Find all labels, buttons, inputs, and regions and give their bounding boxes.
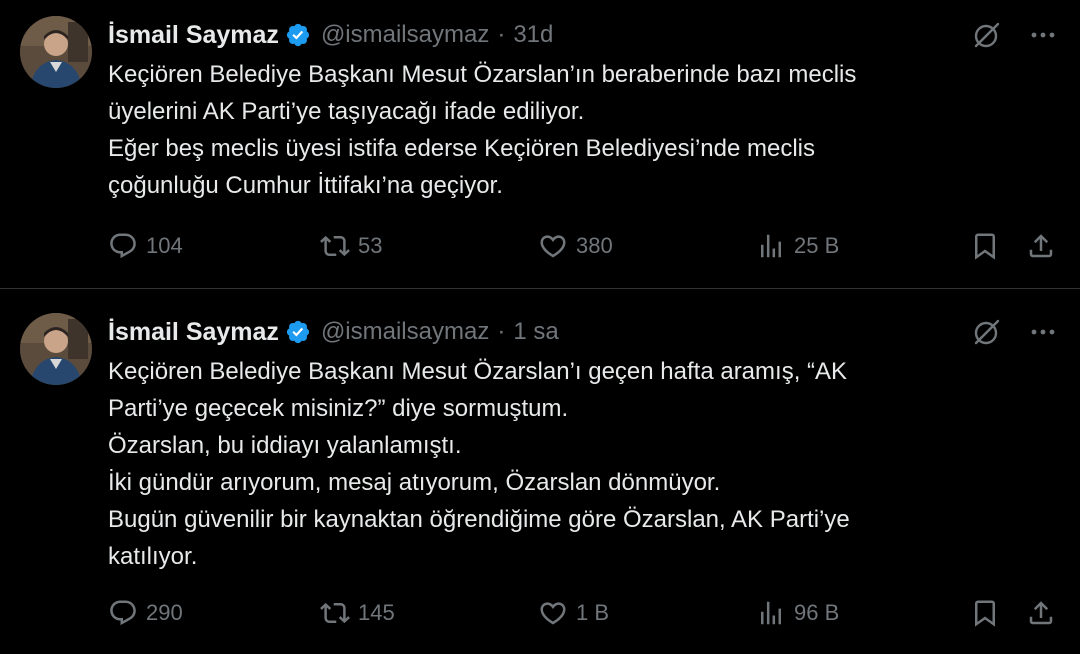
tweet-timestamp[interactable]: 31d xyxy=(513,21,553,49)
tweet-header: İsmail Saymaz @ismailsaymaz · 1 sa xyxy=(108,313,1060,351)
share-icon xyxy=(1029,234,1053,258)
verified-badge-icon xyxy=(286,23,310,47)
tweet-actions-bar: 290 145 1 B 96 B xyxy=(108,595,1056,631)
reply-icon xyxy=(110,233,136,259)
more-options-button[interactable] xyxy=(1026,315,1060,349)
grok-icon xyxy=(974,319,1000,345)
separator-dot: · xyxy=(497,318,506,345)
retweet-icon xyxy=(320,235,350,257)
tweet-actions-bar: 104 53 380 25 B xyxy=(108,228,1056,264)
tweet[interactable]: İsmail Saymaz @ismailsaymaz · 1 sa Keçiö… xyxy=(0,289,1080,654)
avatar[interactable] xyxy=(20,16,92,88)
tweet-text: Keçiören Belediye Başkanı Mesut Özarslan… xyxy=(108,56,1060,204)
avatar[interactable] xyxy=(20,313,92,385)
like-count: 380 xyxy=(576,233,613,258)
author-handle[interactable]: @ismailsaymaz xyxy=(321,21,489,49)
header-actions xyxy=(970,18,1060,52)
tweet-text-line: İki gündür arıyorum, mesaj atıyorum, Öza… xyxy=(108,469,721,496)
share-button[interactable] xyxy=(1026,598,1056,628)
grok-button[interactable] xyxy=(970,18,1004,52)
bookmark-button[interactable] xyxy=(970,598,1000,628)
bookmark-icon xyxy=(975,600,995,627)
bookmark-button[interactable] xyxy=(970,231,1000,261)
bookmark-icon xyxy=(975,233,995,260)
tweet-text-line: Eğer beş meclis üyesi istifa ederse Keçi… xyxy=(108,135,815,162)
retweet-button[interactable]: 145 xyxy=(320,598,395,628)
more-options-button[interactable] xyxy=(1026,18,1060,52)
separator-dot: · xyxy=(497,21,506,48)
more-horizontal-icon xyxy=(1031,329,1055,335)
views-icon xyxy=(761,234,781,258)
like-button[interactable]: 380 xyxy=(538,231,613,261)
heart-icon xyxy=(540,235,566,258)
views-button[interactable]: 96 B xyxy=(756,598,839,628)
tweet-text-line: katılıyor. xyxy=(108,543,198,570)
tweet-timestamp[interactable]: 1 sa xyxy=(513,318,558,346)
tweet[interactable]: İsmail Saymaz @ismailsaymaz · 31d Keçiör… xyxy=(0,0,1080,288)
views-count: 96 B xyxy=(794,600,840,625)
tweet-text: Keçiören Belediye Başkanı Mesut Özarslan… xyxy=(108,353,1060,575)
tweet-text-line: üyelerini AK Parti’ye taşıyacağı ifade e… xyxy=(108,98,585,125)
reply-button[interactable]: 104 xyxy=(108,231,183,261)
views-icon xyxy=(761,601,781,625)
views-count: 25 B xyxy=(794,233,840,258)
verified-badge-icon xyxy=(286,320,310,344)
avatar-image xyxy=(20,313,92,385)
author-name[interactable]: İsmail Saymaz xyxy=(108,21,279,50)
tweet-header: İsmail Saymaz @ismailsaymaz · 31d xyxy=(108,16,1060,54)
author-handle[interactable]: @ismailsaymaz xyxy=(321,318,489,346)
tweet-content: İsmail Saymaz @ismailsaymaz · 1 sa Keçiö… xyxy=(108,313,1060,575)
heart-icon xyxy=(540,602,566,625)
retweet-button[interactable]: 53 xyxy=(320,231,382,261)
tweet-text-line: Keçiören Belediye Başkanı Mesut Özarslan… xyxy=(108,61,857,88)
reply-count: 104 xyxy=(146,233,183,258)
views-button[interactable]: 25 B xyxy=(756,231,839,261)
tweet-text-line: Keçiören Belediye Başkanı Mesut Özarslan… xyxy=(108,358,848,385)
tweet-content: İsmail Saymaz @ismailsaymaz · 31d Keçiör… xyxy=(108,16,1060,204)
retweet-icon xyxy=(320,602,350,624)
share-button[interactable] xyxy=(1026,231,1056,261)
grok-button[interactable] xyxy=(970,315,1004,349)
more-horizontal-icon xyxy=(1031,32,1055,38)
reply-icon xyxy=(110,600,136,626)
tweet-text-line: Bugün güvenilir bir kaynaktan öğrendiğim… xyxy=(108,506,850,533)
author-name[interactable]: İsmail Saymaz xyxy=(108,318,279,347)
like-count: 1 B xyxy=(576,600,610,625)
grok-icon xyxy=(974,22,1000,48)
share-icon xyxy=(1029,601,1053,625)
tweet-text-line: çoğunluğu Cumhur İttifakı’na geçiyor. xyxy=(108,172,503,199)
reply-count: 290 xyxy=(146,600,183,625)
retweet-count: 145 xyxy=(358,600,395,625)
tweet-text-line: Parti’ye geçecek misiniz?” diye sormuştu… xyxy=(108,395,569,422)
retweet-count: 53 xyxy=(358,233,383,258)
avatar-image xyxy=(20,16,92,88)
reply-button[interactable]: 290 xyxy=(108,598,183,628)
tweet-text-line: Özarslan, bu iddiayı yalanlamıştı. xyxy=(108,432,462,459)
like-button[interactable]: 1 B xyxy=(538,598,609,628)
header-actions xyxy=(970,315,1060,349)
